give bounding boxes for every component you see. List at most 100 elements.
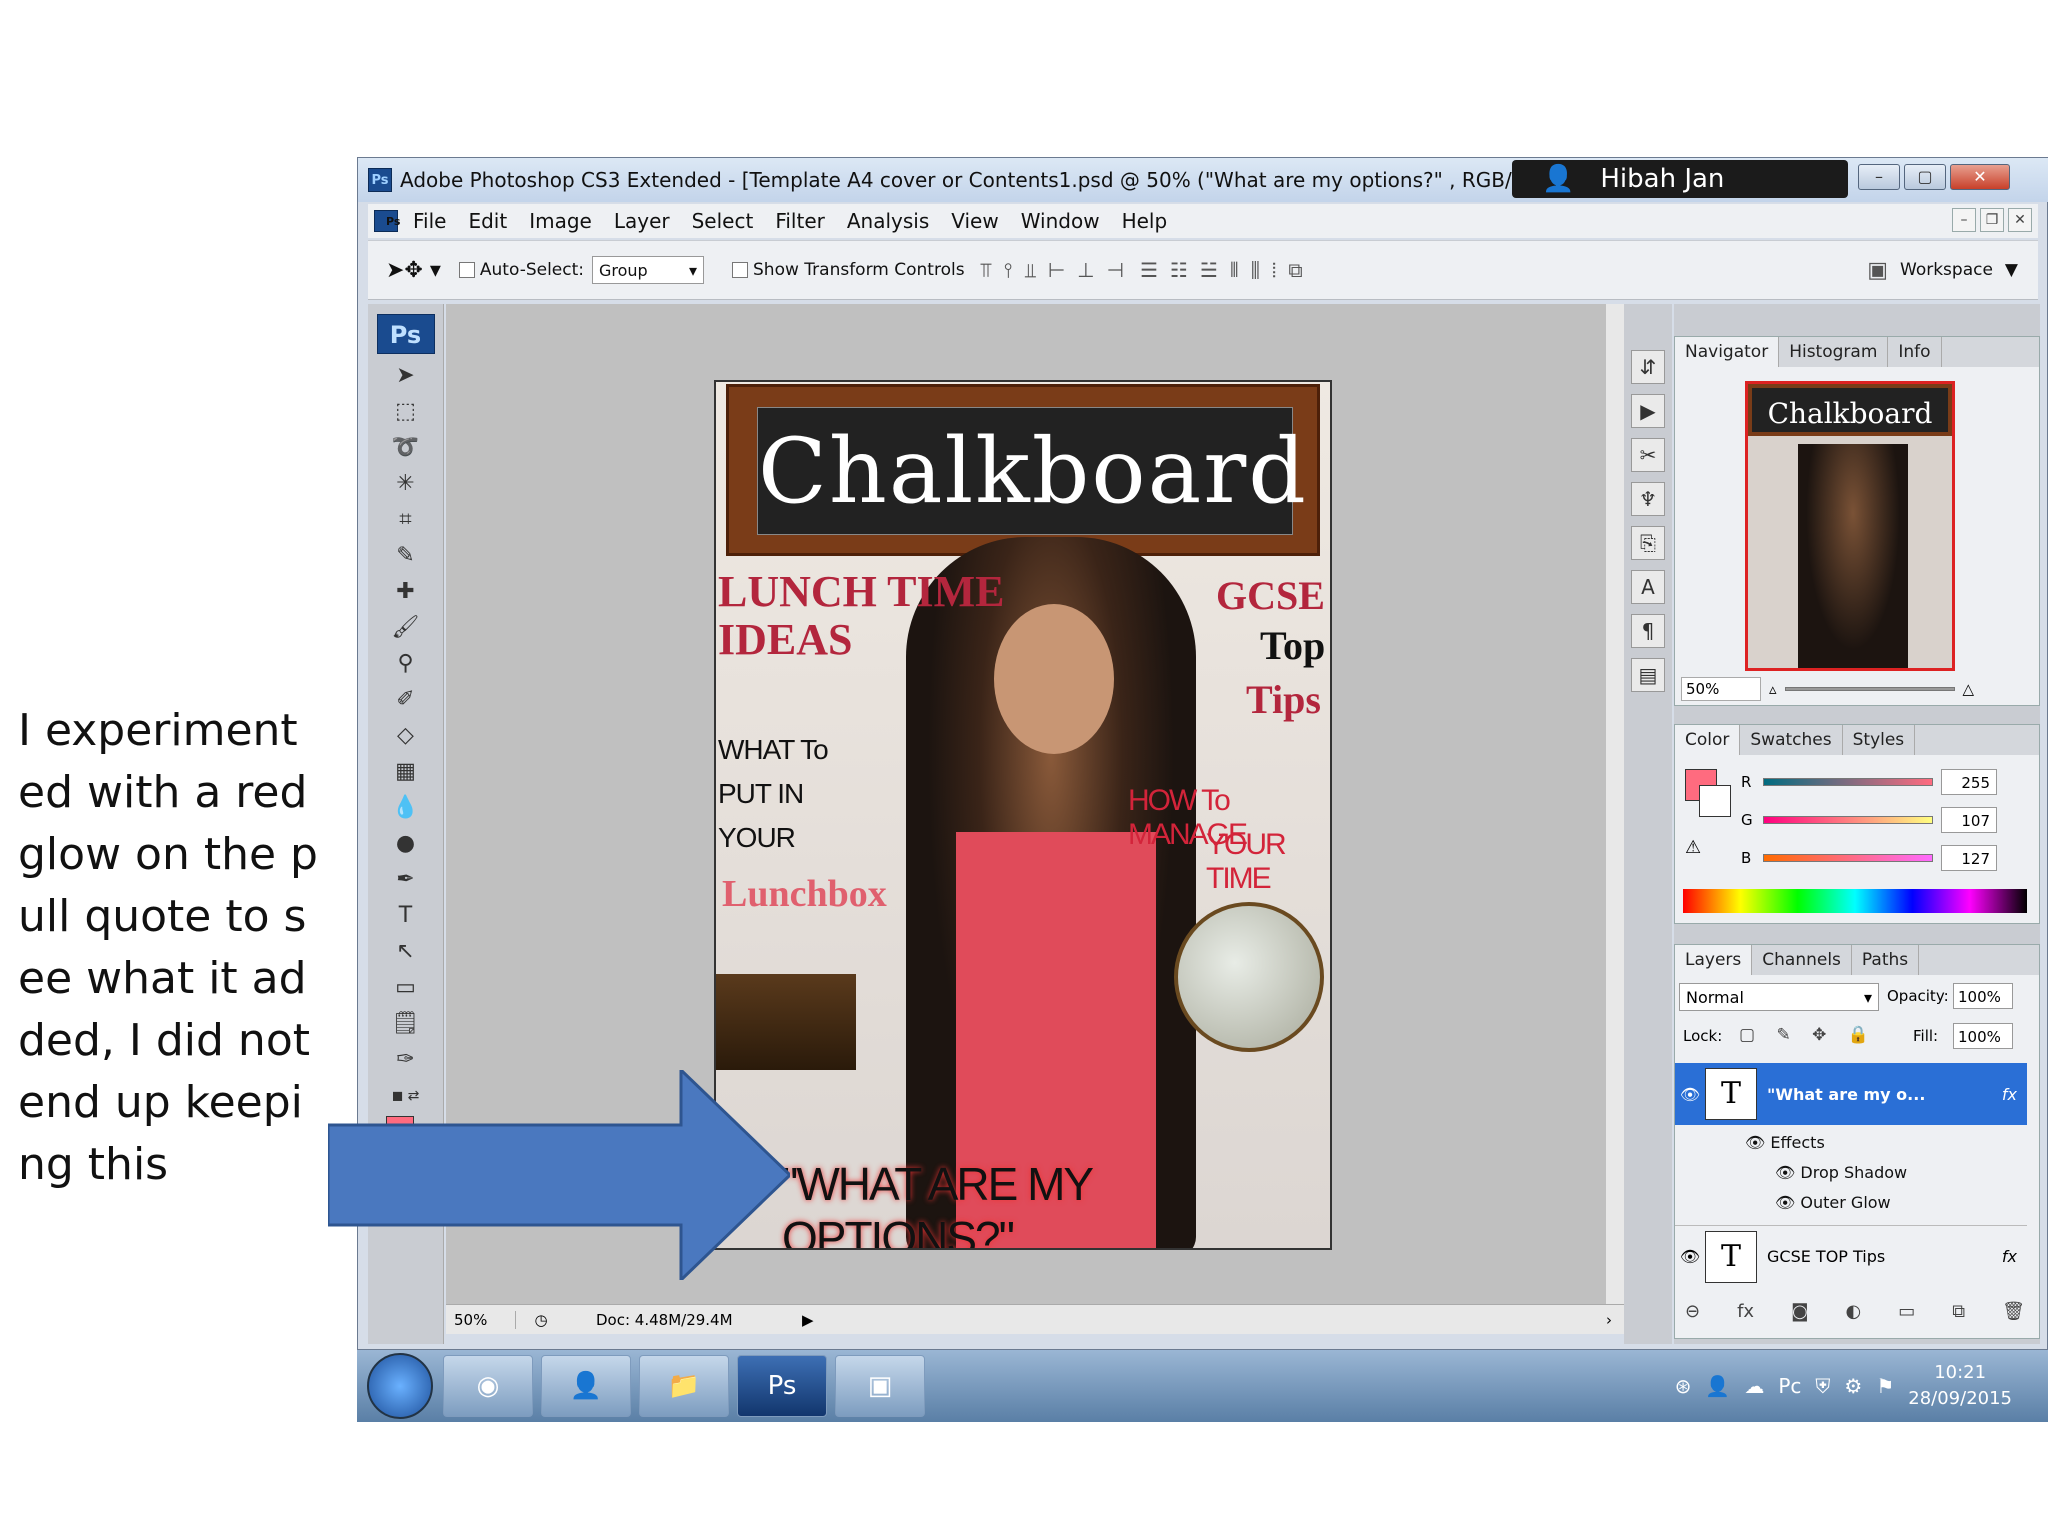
eraser-tool-icon[interactable]: ◇ — [384, 720, 428, 752]
gradient-tool-icon[interactable]: ▦ — [384, 756, 428, 788]
outer-glow-row[interactable]: 👁 Outer Glow — [1775, 1193, 2048, 1212]
menu-analysis[interactable]: Analysis — [836, 209, 940, 233]
workspace-menu[interactable]: ▣ Workspace ▼ — [1867, 258, 2018, 283]
tab-swatches[interactable]: Swatches — [1740, 725, 1843, 755]
actions-panel-icon[interactable]: ▶ — [1631, 394, 1665, 428]
tab-info[interactable]: Info — [1888, 337, 1942, 367]
blur-tool-icon[interactable]: 💧 — [384, 792, 428, 824]
distribute-left-icon[interactable]: ⦀ — [1230, 258, 1239, 282]
user-tray-icon[interactable]: 👤 — [1705, 1374, 1730, 1398]
menu-edit[interactable]: Edit — [457, 209, 518, 233]
red-value[interactable]: 255 — [1941, 769, 1997, 795]
zoom-level[interactable]: 50% — [446, 1310, 516, 1329]
menu-filter[interactable]: Filter — [764, 209, 836, 233]
eye-icon[interactable]: 👁 — [1745, 1133, 1770, 1152]
doc-restore-button[interactable]: ❐ — [1980, 208, 2004, 232]
lasso-tool-icon[interactable]: ➰ — [384, 432, 428, 464]
blend-mode-dropdown[interactable]: Normal ▾ — [1679, 983, 1879, 1011]
scroll-right-icon[interactable]: › — [1606, 1311, 1624, 1329]
navigator-zoom-slider[interactable] — [1784, 687, 1955, 691]
color-spectrum-bar[interactable] — [1683, 889, 2027, 913]
tab-color[interactable]: Color — [1675, 725, 1741, 755]
start-button[interactable] — [367, 1353, 433, 1419]
color-background-swatch[interactable] — [1699, 785, 1731, 817]
new-layer-icon[interactable]: ⧉ — [1952, 1301, 1965, 1322]
clock[interactable]: 10:21 28/09/2015 — [1908, 1360, 2012, 1412]
move-tool-icon[interactable]: ➤ — [384, 360, 428, 392]
menu-help[interactable]: Help — [1111, 209, 1179, 233]
ps-menu-icon[interactable]: Ps — [374, 210, 400, 232]
distribute-top-icon[interactable]: ☰ — [1140, 258, 1158, 282]
distribute-vcenter-icon[interactable]: ☷ — [1170, 258, 1188, 282]
tab-paths[interactable]: Paths — [1852, 945, 1920, 975]
shape-tool-icon[interactable]: ▭ — [384, 972, 428, 1004]
notes-tool-icon[interactable]: 🗒 — [384, 1008, 428, 1040]
taskbar-folder-icon[interactable]: 📁 — [639, 1355, 729, 1417]
align-bottom-icon[interactable]: ⫫ — [1025, 258, 1036, 282]
type-tool-icon[interactable]: T — [384, 900, 428, 932]
path-selection-icon[interactable]: ↖ — [384, 936, 428, 968]
tab-histogram[interactable]: Histogram — [1779, 337, 1889, 367]
link-layers-icon[interactable]: ⊖ — [1685, 1301, 1700, 1322]
zoom-out-icon[interactable]: ▵ — [1769, 680, 1777, 698]
minimize-button[interactable]: – — [1858, 164, 1900, 190]
layer-row-selected[interactable]: 👁 T "What are my o... fx — [1675, 1063, 2027, 1125]
fill-value[interactable]: 100% — [1953, 1023, 2013, 1049]
clone-stamp-icon[interactable]: ⚲ — [384, 648, 428, 680]
add-style-icon[interactable]: fx — [1737, 1301, 1754, 1322]
layer-row[interactable]: 👁 T GCSE TOP Tips fx — [1675, 1225, 2027, 1287]
tab-navigator[interactable]: Navigator — [1675, 337, 1780, 367]
green-value[interactable]: 107 — [1941, 807, 1997, 833]
status-info-icon[interactable]: ◷ — [516, 1311, 566, 1329]
distribute-right-icon[interactable]: ⦙ — [1272, 258, 1276, 282]
visibility-eye-icon[interactable]: 👁 — [1675, 1247, 1705, 1266]
tab-styles[interactable]: Styles — [1843, 725, 1916, 755]
tool-presets-icon[interactable]: ✂ — [1631, 438, 1665, 472]
dodge-tool-icon[interactable]: ● — [384, 828, 428, 860]
green-slider[interactable] — [1763, 816, 1933, 824]
marquee-tool-icon[interactable]: ⬚ — [384, 396, 428, 428]
blue-value[interactable]: 127 — [1941, 845, 1997, 871]
brush-tool-icon[interactable]: 🖌 — [384, 612, 428, 644]
align-icons[interactable]: ⫪ ⫯ ⫫ ⊢ ⊥ ⊣ — [981, 258, 1125, 282]
doc-minimize-button[interactable]: – — [1952, 208, 1976, 232]
layer-comps-icon[interactable]: ▤ — [1631, 658, 1665, 692]
fx-icon[interactable]: fx — [2002, 1085, 2017, 1104]
align-hcenter-icon[interactable]: ⊥ — [1077, 258, 1094, 282]
menu-window[interactable]: Window — [1010, 209, 1111, 233]
maximize-button[interactable]: ▢ — [1904, 164, 1946, 190]
taskbar-chrome-icon[interactable]: ◉ — [443, 1355, 533, 1417]
tab-layers[interactable]: Layers — [1675, 945, 1753, 975]
network-icon[interactable]: ⊛ — [1675, 1374, 1692, 1398]
align-right-icon[interactable]: ⊣ — [1107, 258, 1124, 282]
fx-icon[interactable]: fx — [2002, 1247, 2017, 1266]
healing-brush-icon[interactable]: ✚ — [384, 576, 428, 608]
adjustment-layer-icon[interactable]: ◐ — [1846, 1301, 1862, 1322]
taskbar-powerpoint-icon[interactable]: ▣ — [835, 1355, 925, 1417]
clone-source-icon[interactable]: ⎘ — [1631, 526, 1665, 560]
slice-tool-icon[interactable]: ✎ — [384, 540, 428, 572]
drop-shadow-row[interactable]: 👁 Drop Shadow — [1775, 1163, 2048, 1182]
menu-layer[interactable]: Layer — [603, 209, 681, 233]
settings-icon[interactable]: ⚙ — [1844, 1374, 1862, 1398]
status-menu-arrow-icon[interactable]: ▶ — [796, 1311, 820, 1329]
layer-name[interactable]: "What are my o... — [1767, 1085, 1925, 1104]
auto-select-dropdown[interactable]: Group ▾ — [592, 256, 704, 284]
menu-image[interactable]: Image — [518, 209, 603, 233]
align-top-icon[interactable]: ⫪ — [981, 258, 992, 282]
flag-icon[interactable]: ⚑ — [1876, 1374, 1894, 1398]
add-mask-icon[interactable]: ◙ — [1791, 1301, 1808, 1322]
history-brush-icon[interactable]: ✐ — [384, 684, 428, 716]
eye-icon[interactable]: 👁 — [1775, 1163, 1800, 1182]
navigator-thumbnail[interactable]: Chalkboard — [1745, 381, 1955, 671]
distribute-bottom-icon[interactable]: ☱ — [1200, 258, 1218, 282]
pc-icon[interactable]: Pc — [1778, 1374, 1801, 1398]
zoom-in-icon[interactable]: △ — [1963, 680, 1975, 698]
paragraph-panel-icon[interactable]: ¶ — [1631, 614, 1665, 648]
move-tool-icon[interactable]: ➤✥ ▾ — [386, 258, 441, 283]
ps-logo[interactable]: Ps — [376, 314, 435, 354]
menu-select[interactable]: Select — [681, 209, 765, 233]
eye-icon[interactable]: 👁 — [1775, 1193, 1800, 1212]
auto-align-icon[interactable]: ⧉ — [1288, 258, 1302, 282]
doc-close-button[interactable]: ✕ — [2008, 208, 2032, 232]
